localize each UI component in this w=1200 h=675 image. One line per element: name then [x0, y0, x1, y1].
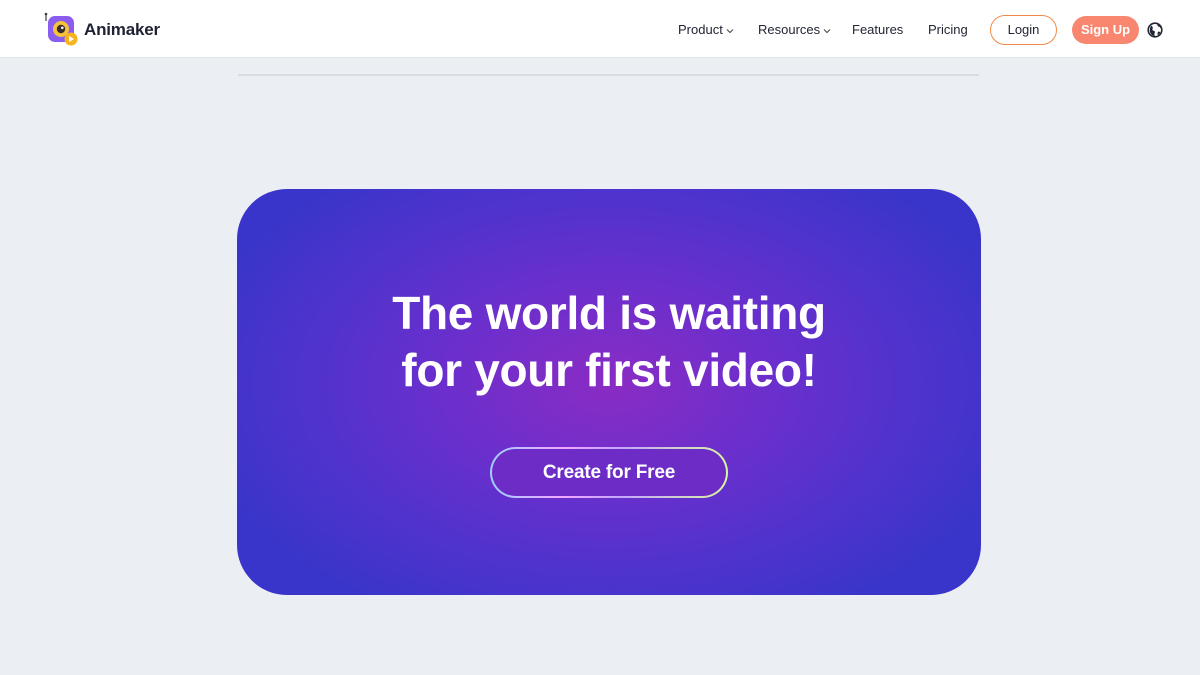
chevron-down-icon [726, 22, 734, 38]
cta-title-line: for your first video! [401, 344, 817, 396]
chevron-down-icon [823, 22, 831, 38]
signup-button[interactable]: Sign Up [1072, 16, 1139, 44]
cta-banner: The world is waiting for your first vide… [237, 189, 981, 595]
create-for-free-label: Create for Free [492, 449, 726, 496]
nav-item-product[interactable]: Product [678, 22, 734, 38]
cta-title: The world is waiting for your first vide… [237, 285, 981, 399]
nav-item-resources[interactable]: Resources [758, 22, 831, 38]
nav-item-pricing[interactable]: Pricing [928, 22, 968, 38]
nav-item-features[interactable]: Features [852, 22, 903, 38]
create-for-free-button[interactable]: Create for Free [490, 447, 728, 498]
nav-item-label: Product [678, 22, 723, 37]
top-navbar: Animaker Product Resources Features Pric… [0, 0, 1200, 58]
nav-item-label: Resources [758, 22, 821, 37]
cta-title-line: The world is waiting [392, 287, 826, 339]
globe-icon[interactable] [1147, 22, 1163, 38]
login-button[interactable]: Login [990, 15, 1057, 45]
section-divider [238, 74, 979, 76]
nav-item-label: Features [852, 22, 904, 37]
nav-item-label: Pricing [928, 22, 968, 37]
